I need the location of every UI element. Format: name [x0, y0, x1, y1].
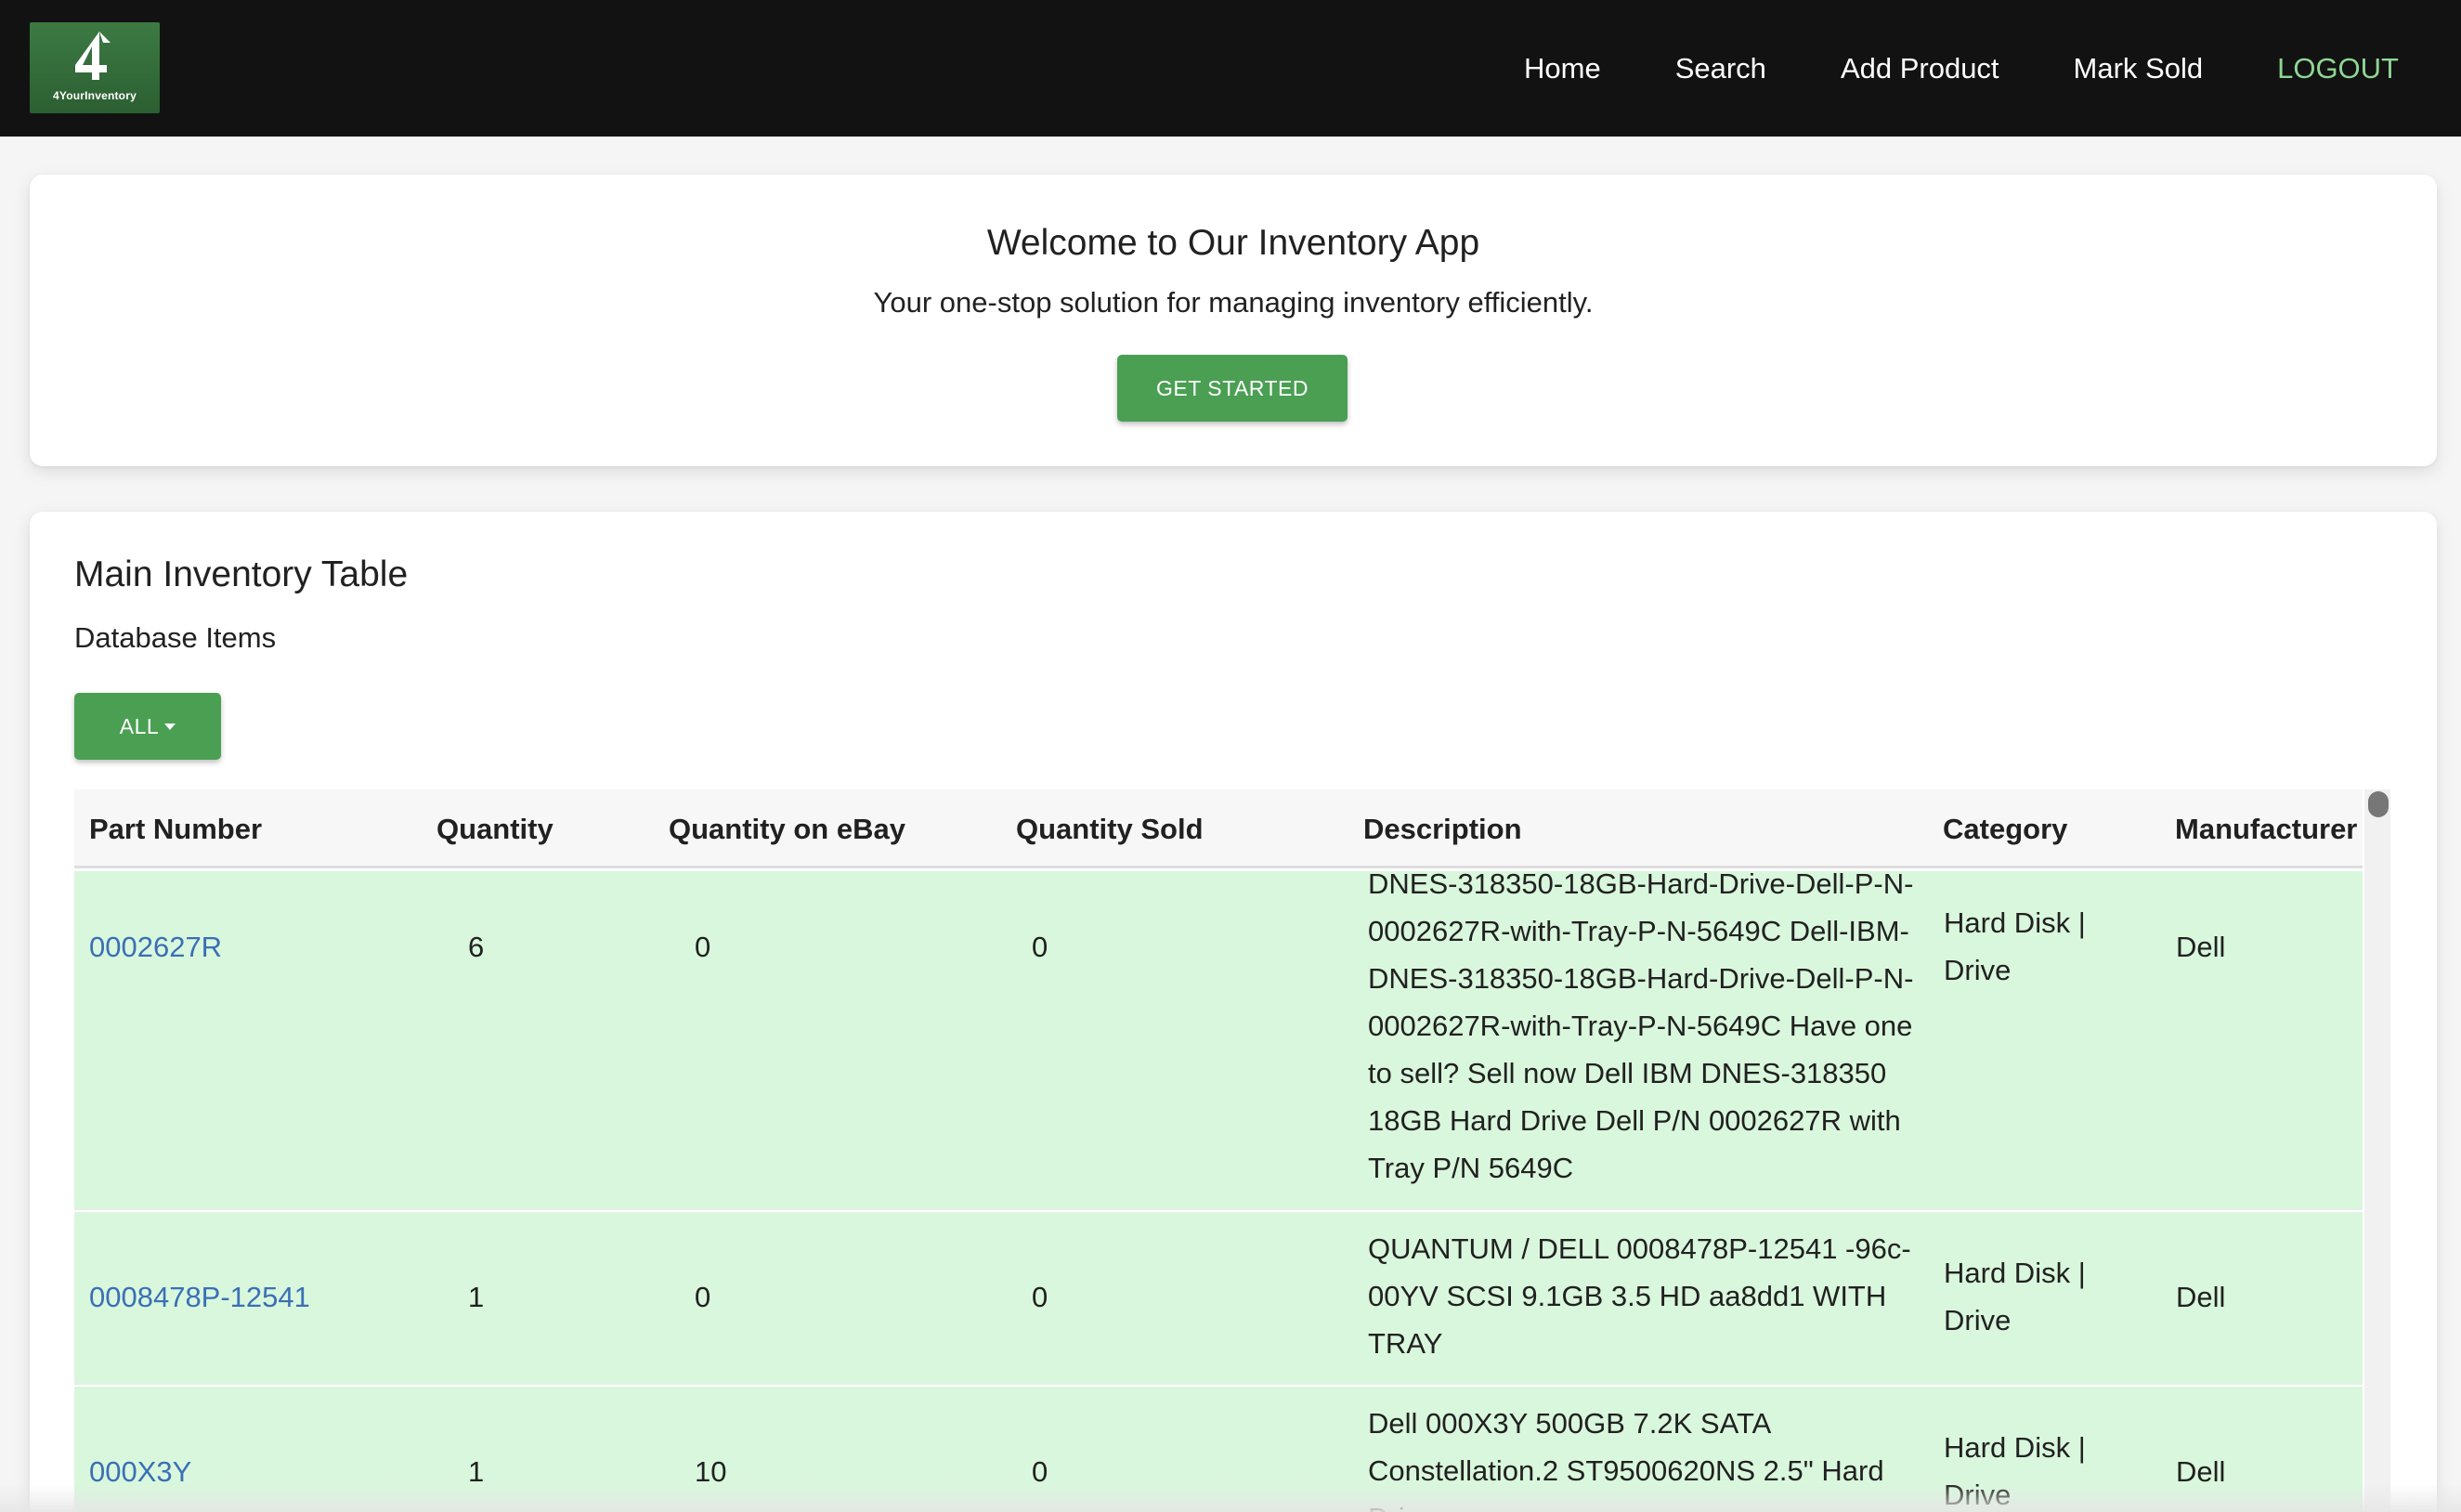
- row-quantity-sold: 0: [1032, 931, 1048, 963]
- filter-dropdown-button[interactable]: ALL: [74, 693, 221, 760]
- row-category: Hard Disk | Drive: [1944, 906, 2086, 986]
- row-manufacturer: Dell: [2176, 931, 2226, 963]
- nav-links: Home Search Add Product Mark Sold LOGOUT: [1524, 0, 2399, 137]
- table-row[interactable]: QUANTUM / DELL 0008478P-12541 -96c-00YV …: [74, 1212, 2363, 1385]
- col-quantity[interactable]: Quantity: [436, 789, 553, 868]
- nav-mark-sold-link[interactable]: Mark Sold: [2074, 52, 2204, 85]
- row-quantity-sold: 0: [1032, 1281, 1048, 1313]
- inventory-table: Part Number Quantity Quantity on eBay Qu…: [74, 789, 2390, 1512]
- app-logo[interactable]: 4YourInventory: [30, 22, 160, 113]
- logo-text: 4YourInventory: [53, 89, 137, 102]
- logo-four-icon: [75, 32, 111, 80]
- row-description: DNES-318350-18GB-Hard-Drive-Dell-P-N-000…: [1368, 867, 1914, 1184]
- row-part-number-link[interactable]: 0002627R: [89, 923, 222, 971]
- nav-search-link[interactable]: Search: [1675, 52, 1766, 85]
- caret-down-icon: [164, 723, 176, 730]
- col-description[interactable]: Description: [1363, 789, 1522, 868]
- table-header: Part Number Quantity Quantity on eBay Qu…: [74, 789, 2363, 868]
- nav-add-product-link[interactable]: Add Product: [1841, 52, 1999, 85]
- welcome-title: Welcome to Our Inventory App: [986, 223, 1480, 263]
- inventory-subtitle: Database Items: [74, 621, 277, 654]
- row-category: Hard Disk | Drive: [1944, 1257, 2086, 1336]
- row-description: QUANTUM / DELL 0008478P-12541 -96c-00YV …: [1368, 1232, 1911, 1360]
- scrollbar-thumb[interactable]: [2368, 791, 2389, 817]
- table-row[interactable]: DNES-318350-18GB-Hard-Drive-Dell-P-N-000…: [74, 867, 2363, 1210]
- bottom-fade: [0, 1484, 2461, 1512]
- inventory-title: Main Inventory Table: [74, 554, 409, 594]
- nav-logout-link[interactable]: LOGOUT: [2277, 52, 2399, 85]
- nav-home-link[interactable]: Home: [1524, 52, 1601, 85]
- row-quantity-ebay: 0: [695, 931, 711, 963]
- welcome-card: Welcome to Our Inventory App Your one-st…: [30, 175, 2437, 466]
- row-manufacturer: Dell: [2176, 1281, 2226, 1313]
- filter-dropdown-label: ALL: [119, 713, 160, 738]
- col-part-number[interactable]: Part Number: [89, 789, 262, 868]
- table-scrollbar[interactable]: [2364, 789, 2390, 1512]
- row-part-number-link[interactable]: 0008478P-12541: [89, 1273, 310, 1321]
- col-quantity-ebay[interactable]: Quantity on eBay: [669, 789, 905, 868]
- row-quantity-ebay: 0: [695, 1281, 711, 1313]
- col-quantity-sold[interactable]: Quantity Sold: [1016, 789, 1204, 868]
- col-manufacturer[interactable]: Manufacturer: [2175, 789, 2357, 868]
- welcome-subtitle: Your one-stop solution for managing inve…: [873, 286, 1594, 319]
- inventory-card: Main Inventory Table Database Items ALL …: [30, 512, 2437, 1512]
- row-quantity: 6: [468, 931, 485, 963]
- navbar: 4YourInventory Home Search Add Product M…: [0, 0, 2461, 137]
- get-started-button[interactable]: GET STARTED: [1117, 355, 1348, 422]
- col-category[interactable]: Category: [1943, 789, 2067, 868]
- row-quantity: 1: [468, 1281, 485, 1313]
